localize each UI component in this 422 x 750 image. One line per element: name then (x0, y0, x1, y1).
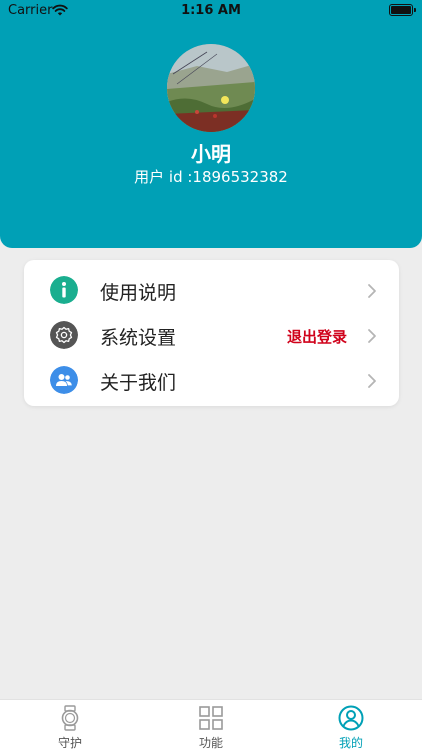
tab-bar: 守护 功能 我的 (0, 699, 422, 750)
tab-label: 我的 (338, 736, 363, 750)
tab-guard[interactable]: 守护 (0, 700, 140, 750)
grid-icon (199, 706, 223, 730)
menu-card: 使用说明 系统设置 退出登录 关于我们 (24, 260, 399, 406)
menu-item-label: 关于我们 (100, 372, 177, 394)
menu-item-label: 系统设置 (100, 327, 177, 349)
status-bar: Carrier 1:16 AM (0, 0, 422, 22)
profile-screen: Carrier 1:16 AM 小明 用户 id:1896532382 使用说… (0, 0, 422, 750)
user-name: 小明 (191, 142, 231, 166)
watch-icon (61, 705, 79, 731)
tab-label: 守护 (57, 736, 82, 750)
menu-item-instructions[interactable]: 使用说明 (24, 267, 399, 313)
info-icon (50, 276, 78, 304)
avatar-photo (167, 44, 255, 132)
menu-item-settings[interactable]: 系统设置 退出登录 (24, 312, 399, 358)
profile-header: Carrier 1:16 AM 小明 用户 id:1896532382 (0, 0, 422, 248)
menu-item-label: 使用说明 (100, 282, 177, 304)
tab-features[interactable]: 功能 (141, 700, 281, 750)
chevron-right-icon (368, 329, 376, 343)
battery-icon (389, 4, 416, 16)
user-id: 用户 id :1896532382 (134, 168, 288, 186)
chevron-right-icon (368, 284, 376, 298)
gear-icon (50, 321, 78, 349)
users-icon (50, 366, 78, 394)
profile-icon (338, 705, 364, 731)
logout-button[interactable]: 退出登录 (287, 326, 347, 347)
avatar[interactable] (167, 44, 255, 132)
tab-mine[interactable]: 我的 (281, 700, 421, 750)
chevron-right-icon (368, 374, 376, 388)
tab-label: 功能 (198, 736, 223, 750)
clock: 1:16 AM (181, 3, 241, 18)
menu-item-about-us[interactable]: 关于我们 (24, 357, 399, 403)
